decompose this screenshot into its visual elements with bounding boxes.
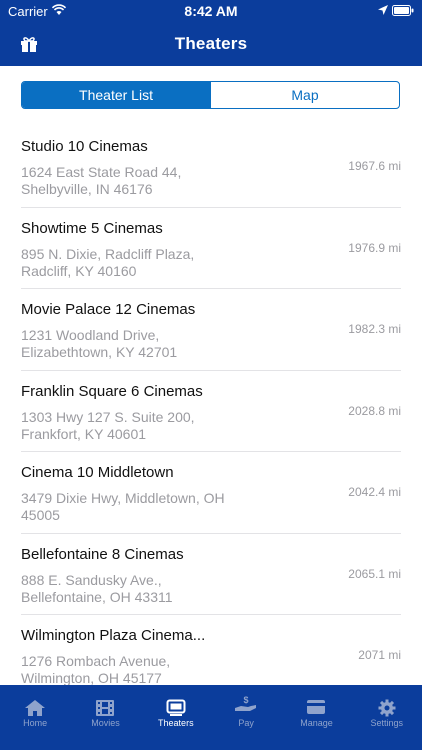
tab-pay[interactable]: $ Pay [211, 685, 281, 750]
theater-address: 1231 Woodland Drive, Elizabethtown, KY 4… [21, 327, 178, 360]
tab-bar: Home Movies Theaters $ Pay Manage Settin… [0, 685, 422, 750]
pay-hand-icon: $ [235, 695, 257, 711]
map-tab[interactable]: Map [210, 82, 399, 108]
theater-address: 888 E. Sandusky Ave., Bellefontaine, OH … [21, 571, 173, 605]
theater-address: 1276 Rombach Avenue, Wilmington, OH 4517… [21, 653, 171, 686]
theater-screen-icon [166, 699, 186, 716]
theater-name: Franklin Square 6 Cinemas [21, 382, 203, 400]
tab-theaters-label: Theaters [158, 718, 194, 728]
theater-distance: 2065.1 mi [348, 566, 401, 581]
theater-row[interactable]: Bellefontaine 8 Cinemas 888 E. Sandusky … [21, 534, 401, 615]
tab-pay-label: Pay [238, 718, 254, 728]
theater-address: 3479 Dixie Hwy, Middletown, OH 45005 [21, 490, 225, 523]
tab-home[interactable]: Home [0, 685, 70, 750]
theater-distance: 1976.9 mi [348, 240, 401, 255]
theater-name: Showtime 5 Cinemas [21, 219, 163, 237]
theater-name: Studio 10 Cinemas [21, 138, 148, 155]
card-icon [307, 700, 326, 714]
theater-row[interactable]: Showtime 5 Cinemas 895 N. Dixie, Radclif… [21, 208, 401, 289]
theater-distance: 2028.8 mi [348, 403, 401, 418]
tab-movies-label: Movies [91, 718, 120, 728]
tab-manage-label: Manage [300, 718, 333, 728]
tab-home-label: Home [23, 718, 48, 728]
home-icon [25, 700, 46, 716]
status-time: 8:42 AM [184, 3, 238, 19]
film-icon [96, 700, 115, 716]
nav-header: Carrier 8:42 AM Theaters [0, 0, 422, 66]
theater-address: 1624 East State Road 44, Shelbyville, IN… [21, 164, 182, 197]
theater-list-tab[interactable]: Theater List [22, 82, 210, 108]
theater-name: Movie Palace 12 Cinemas [21, 301, 196, 318]
location-arrow-icon [378, 5, 388, 15]
view-segmented-control: Theater List Map [21, 81, 400, 109]
tab-movies[interactable]: Movies [70, 685, 140, 750]
theater-name: Cinema 10 Middletown [21, 464, 174, 481]
theater-distance: 2071 mi [358, 648, 401, 662]
battery-icon [392, 5, 414, 16]
svg-text:$: $ [244, 695, 249, 705]
theater-address: 1303 Hwy 127 S. Suite 200, Frankfort, KY… [21, 408, 195, 442]
gear-icon [378, 699, 396, 717]
page-title: Theaters [174, 34, 248, 53]
theater-address: 895 N. Dixie, Radcliff Plaza, Radcliff, … [21, 245, 195, 279]
theater-distance: 1967.6 mi [348, 159, 401, 173]
tab-settings-label: Settings [370, 718, 404, 728]
status-bar: Carrier 8:42 AM [0, 0, 422, 22]
theater-list: Studio 10 Cinemas 1624 East State Road 4… [0, 126, 422, 697]
theater-distance: 1982.3 mi [348, 322, 401, 336]
theater-distance: 2042.4 mi [348, 485, 401, 499]
theater-row[interactable]: Studio 10 Cinemas 1624 East State Road 4… [21, 126, 401, 208]
theater-row[interactable]: Movie Palace 12 Cinemas 1231 Woodland Dr… [21, 289, 401, 371]
theater-name: Wilmington Plaza Cinema... [21, 627, 206, 644]
theater-row[interactable]: Franklin Square 6 Cinemas 1303 Hwy 127 S… [21, 371, 401, 452]
tab-theaters[interactable]: Theaters [141, 685, 211, 750]
theater-row[interactable]: Cinema 10 Middletown 3479 Dixie Hwy, Mid… [21, 452, 401, 534]
tab-settings[interactable]: Settings [352, 685, 422, 750]
tab-manage[interactable]: Manage [281, 685, 351, 750]
theater-name: Bellefontaine 8 Cinemas [21, 545, 184, 563]
